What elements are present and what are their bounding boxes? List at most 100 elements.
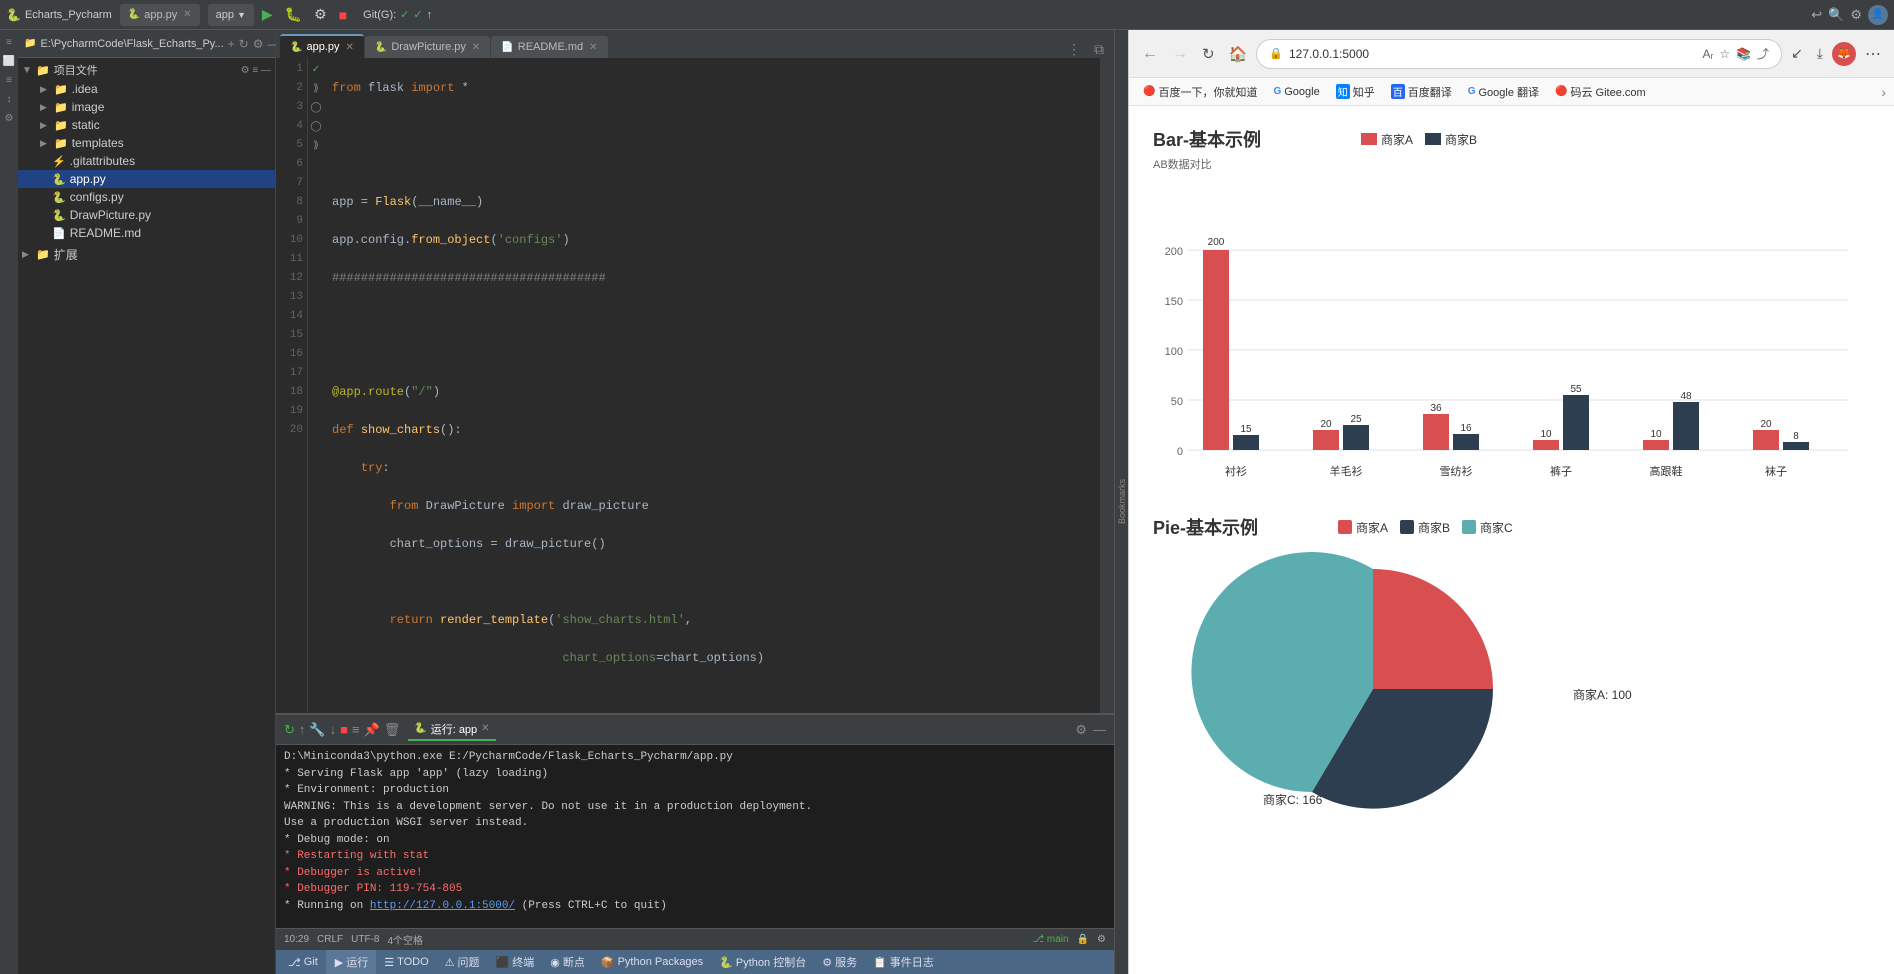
top-file-tab[interactable]: 🐍 app.py ✕ <box>120 4 200 26</box>
status-branch[interactable]: ⎇ main <box>1033 934 1069 945</box>
browser-forward-btn[interactable]: → <box>1167 42 1193 66</box>
bottom-python-packages[interactable]: 📦 Python Packages <box>593 950 711 974</box>
editor-scrollbar[interactable] <box>1100 58 1114 713</box>
coverage-btn[interactable]: ⚙ <box>310 4 331 25</box>
stop-btn[interactable]: ■ <box>335 5 351 25</box>
terminal-tab-close[interactable]: ✕ <box>481 723 489 734</box>
bookmark-gitee[interactable]: 🔴 码云 Gitee.com <box>1549 82 1652 102</box>
tab-close-draw[interactable]: ✕ <box>472 42 480 53</box>
tree-item-image[interactable]: ▶ 📁 image <box>18 98 275 116</box>
bottom-problems[interactable]: ⚠ 问题 <box>437 950 488 974</box>
status-spaces[interactable]: 4个空格 <box>388 932 424 947</box>
run-btn[interactable]: ▶ <box>258 4 277 25</box>
bookmarks-more-btn[interactable]: › <box>1881 84 1886 100</box>
bookmark-baidu-translate[interactable]: 百 百度翻译 <box>1385 82 1458 102</box>
bookmark-zhihu[interactable]: 知 知乎 <box>1330 82 1381 102</box>
bookmark-baidu[interactable]: 🔴 百度一下，你就知道 <box>1137 82 1263 102</box>
git-push-btn[interactable]: ↑ <box>427 9 433 21</box>
tree-root-item[interactable]: ▼ 📁 项目文件 ⚙ ≡ — <box>18 60 275 80</box>
bottom-breakpoints[interactable]: ◉ 断点 <box>542 950 593 974</box>
terminal-restart-btn[interactable]: ↻ <box>284 722 295 738</box>
terminal-close-btn[interactable]: — <box>1093 722 1106 737</box>
browser-reload-btn[interactable]: ↻ <box>1197 42 1220 66</box>
toolbar-dropdown[interactable]: app ▼ <box>208 4 254 26</box>
code-line-5: app.config.from_object('configs') <box>332 231 1092 250</box>
status-utf8[interactable]: UTF-8 <box>351 934 379 945</box>
browser-menu-btn[interactable]: ⋯ <box>1860 41 1886 67</box>
tree-item-expand[interactable]: ▶ 📁 扩展 <box>18 244 275 265</box>
bottom-event-log[interactable]: 📋 事件日志 <box>865 950 942 974</box>
terminal-up-btn[interactable]: ↑ <box>299 722 306 737</box>
editor-tab-app[interactable]: 🐍 app.py ✕ <box>280 34 364 58</box>
left-icon-2[interactable]: ⬜ <box>2 53 16 70</box>
bottom-terminal[interactable]: ⬛ 终端 <box>488 950 543 974</box>
tree-item-readme[interactable]: 📄 README.md <box>18 224 275 242</box>
bottom-run[interactable]: ▶ 运行 <box>327 950 376 974</box>
git-checkmark-btn[interactable]: ✓ <box>413 8 422 21</box>
debug-btn[interactable]: 🐛 <box>281 4 306 25</box>
browser-content[interactable]: Bar-基本示例 商家A 商家B AB数据对比 <box>1129 106 1894 974</box>
git-check-btn[interactable]: ✓ <box>400 8 409 21</box>
pie-legend-c: 商家C <box>1480 519 1513 536</box>
bar-chart-svg: 0 50 100 150 200 200 15 <box>1153 180 1853 490</box>
terminal-stop-btn[interactable]: ■ <box>340 722 348 737</box>
editor-menu-btn[interactable]: ⋮ <box>1061 41 1087 58</box>
left-icon-3[interactable]: ≡ <box>5 72 13 89</box>
terminal-pin-btn[interactable]: 📌 <box>364 722 380 738</box>
terminal-tab-run[interactable]: 🐍 运行: app ✕ <box>408 719 495 741</box>
browser-address-bar[interactable]: 🔒 127.0.0.1:5000 Aᵣ ☆ 📚 ⤴ <box>1256 39 1782 69</box>
line-num-6: 6 <box>276 155 303 174</box>
tree-item-idea[interactable]: ▶ 📁 .idea <box>18 80 275 98</box>
tree-item-templates[interactable]: ▶ 📁 templates <box>18 134 275 152</box>
editor-tab-draw[interactable]: 🐍 DrawPicture.py ✕ <box>365 36 490 58</box>
editor-tab-readme[interactable]: 📄 README.md ✕ <box>491 36 607 58</box>
pie-legend-b: 商家B <box>1418 519 1450 536</box>
reader-icon[interactable]: Aᵣ <box>1702 47 1713 61</box>
terminal-body[interactable]: D:\Miniconda3\python.exe E:/PycharmCode/… <box>276 745 1114 928</box>
sync-icon[interactable]: ↻ <box>239 37 249 51</box>
settings-btn[interactable]: ⚙ <box>1850 7 1862 23</box>
code-line-17 <box>332 687 1092 706</box>
terminal-tool-btn[interactable]: 🔧 <box>309 722 325 738</box>
status-crlf[interactable]: CRLF <box>317 934 343 945</box>
status-settings-icon[interactable]: ⚙ <box>1097 934 1106 945</box>
browser-history-btn[interactable]: ↙ <box>1786 42 1808 65</box>
star-icon[interactable]: ☆ <box>1719 47 1730 61</box>
collection-icon[interactable]: 📚 <box>1736 47 1751 61</box>
share-icon[interactable]: ⤴ <box>1757 45 1769 62</box>
tree-item-configs-py[interactable]: 🐍 configs.py <box>18 188 275 206</box>
terminal-list-btn[interactable]: ≡ <box>352 722 360 737</box>
tree-item-app-py[interactable]: 🐍 app.py <box>18 170 275 188</box>
bookmark-google[interactable]: G Google <box>1267 84 1325 100</box>
left-icon-4[interactable]: ↕ <box>6 91 13 108</box>
settings-tree-icon[interactable]: ⚙ <box>253 37 264 51</box>
browser-home-btn[interactable]: 🏠 <box>1224 42 1253 66</box>
bookmark-google-translate[interactable]: G Google 翻译 <box>1462 82 1545 102</box>
tab-close-readme[interactable]: ✕ <box>589 42 597 53</box>
tree-item-static[interactable]: ▶ 📁 static <box>18 116 275 134</box>
bookmarks-side[interactable]: Bookmarks <box>1114 30 1128 974</box>
terminal-trash-btn[interactable]: 🗑 <box>384 722 401 738</box>
left-sidebar-toggle[interactable]: ≡ <box>1 34 17 51</box>
browser-back-btn[interactable]: ← <box>1137 42 1163 66</box>
tab-close-app[interactable]: ✕ <box>345 42 353 53</box>
bottom-git[interactable]: ⎇ Git <box>280 950 327 974</box>
left-icon-5[interactable]: ⚙ <box>4 110 15 127</box>
browser-avatar[interactable]: 🦊 <box>1832 42 1856 66</box>
term-link[interactable]: http://127.0.0.1:5000/ <box>370 900 515 912</box>
bottom-todo[interactable]: ☰ TODO <box>376 950 436 974</box>
undo-btn[interactable]: ↩ <box>1811 7 1822 23</box>
tree-item-draw-py[interactable]: 🐍 DrawPicture.py <box>18 206 275 224</box>
terminal-down-btn[interactable]: ↓ <box>330 722 337 737</box>
terminal-gear-btn[interactable]: ⚙ <box>1075 722 1087 738</box>
svg-text:商家A: 100: 商家A: 100 <box>1573 687 1632 702</box>
bottom-services[interactable]: ⚙ 服务 <box>814 950 865 974</box>
search-btn[interactable]: 🔍 <box>1828 7 1844 23</box>
bottom-python-console[interactable]: 🐍 Python 控制台 <box>711 950 814 974</box>
add-icon[interactable]: + <box>228 37 235 51</box>
tree-item-gitattributes[interactable]: ⚡ .gitattributes <box>18 152 275 170</box>
code-content[interactable]: from flask import * app = Flask(__name__… <box>324 58 1100 713</box>
editor-split-btn[interactable]: ⧉ <box>1088 41 1110 58</box>
browser-download-btn[interactable]: ⤓ <box>1812 42 1828 65</box>
legend-a: 商家A <box>1381 131 1413 148</box>
